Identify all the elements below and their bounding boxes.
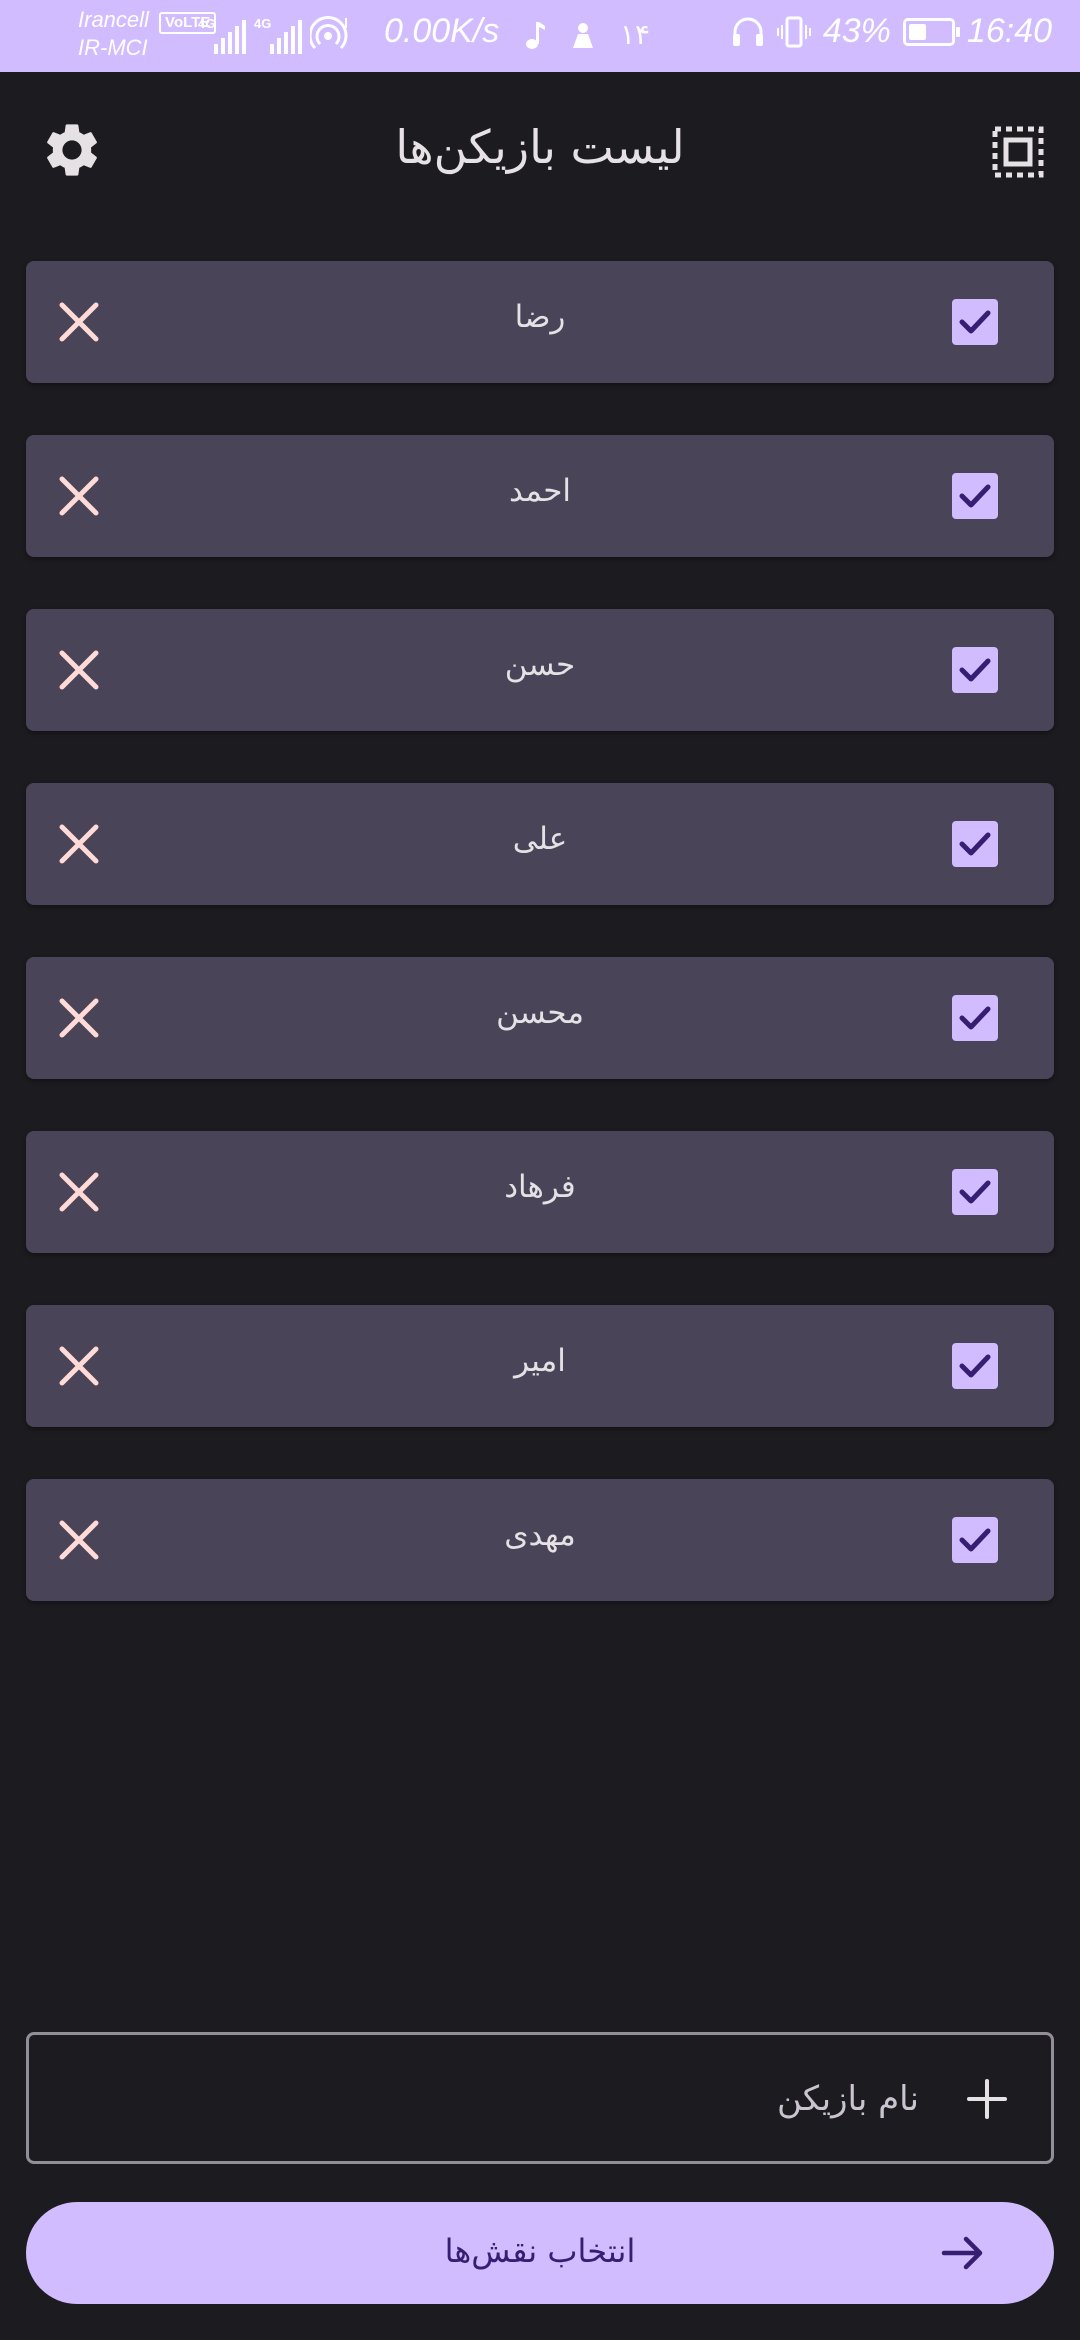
carrier-name-secondary: IR-MCI	[78, 35, 148, 60]
player-card[interactable]: محسن	[26, 957, 1054, 1079]
battery-level	[908, 23, 927, 40]
player-card[interactable]: علی	[26, 783, 1054, 905]
checkbox-checked-icon	[959, 1180, 991, 1204]
player-card[interactable]: مهدی	[26, 1479, 1054, 1601]
add-player-button[interactable]	[959, 2071, 1015, 2127]
player-name: امیر	[514, 1343, 566, 1379]
player-checkbox[interactable]	[952, 473, 998, 519]
player-checkbox[interactable]	[952, 1169, 998, 1215]
select-roles-label: انتخاب نقش‌ها	[444, 2232, 636, 2270]
player-card[interactable]: امیر	[26, 1305, 1054, 1427]
notification-icons: ۱۴	[524, 18, 650, 51]
player-name: احمد	[509, 473, 571, 509]
system-status: 43% 16:40	[731, 12, 1052, 51]
clock: 16:40	[966, 12, 1052, 50]
player-checkbox[interactable]	[952, 299, 998, 345]
select-roles-button[interactable]: انتخاب نقش‌ها	[26, 2202, 1054, 2304]
player-checkbox[interactable]	[952, 995, 998, 1041]
signal-indicators: 4G 4G	[198, 14, 350, 54]
checkbox-checked-icon	[959, 658, 991, 682]
network-type-label: 4G	[198, 16, 216, 31]
battery-icon	[902, 17, 960, 46]
signal-strength-icon: 4G	[198, 14, 246, 54]
headphones-icon	[732, 17, 763, 46]
checkbox-checked-icon	[959, 310, 991, 334]
carrier-name-primary: Irancell	[78, 7, 149, 32]
select-all-button[interactable]	[992, 126, 1044, 178]
select-all-icon	[992, 126, 1044, 178]
checkbox-checked-icon	[959, 484, 991, 508]
status-bar: Irancell VoLTE IR-MCI 4G 4G 0.00K/s ۱۴ 4…	[0, 0, 1080, 72]
player-name: مهدی	[504, 1517, 576, 1553]
app-notification-icon	[573, 22, 593, 48]
player-name: فرهاد	[504, 1169, 576, 1205]
player-card[interactable]: فرهاد	[26, 1131, 1054, 1253]
app-bar: لیست بازیکن‌ها	[0, 72, 1080, 232]
player-checkbox[interactable]	[952, 821, 998, 867]
player-checkbox[interactable]	[952, 1343, 998, 1389]
music-note-icon	[526, 21, 545, 49]
player-checkbox[interactable]	[952, 647, 998, 693]
player-name: رضا	[514, 299, 566, 335]
player-card[interactable]: احمد	[26, 435, 1054, 557]
battery-percent: 43%	[822, 12, 891, 50]
network-type-label: 4G	[254, 16, 272, 31]
player-name: محسن	[496, 995, 584, 1031]
carrier-info: Irancell VoLTE IR-MCI	[78, 6, 217, 62]
arrow-forward-icon	[941, 2236, 983, 2270]
player-name-input[interactable]	[59, 2065, 921, 2133]
player-name: علی	[512, 821, 568, 857]
plus-icon	[967, 2079, 1007, 2119]
network-speed: 0.00K/s	[384, 12, 500, 50]
notification-count: ۱۴	[620, 18, 651, 51]
player-checkbox[interactable]	[952, 1517, 998, 1563]
signal-strength-icon: 4G	[254, 14, 302, 54]
checkbox-checked-icon	[959, 1354, 991, 1378]
hotspot-icon	[310, 16, 348, 50]
checkbox-checked-icon	[959, 1528, 991, 1552]
checkbox-checked-icon	[959, 832, 991, 856]
player-list: رضا احمد حسن علی محسن فرهاد امیر مهدی	[26, 261, 1054, 1653]
vibrate-icon	[776, 16, 811, 47]
add-player-field	[26, 2032, 1054, 2164]
player-card[interactable]: حسن	[26, 609, 1054, 731]
player-card[interactable]: رضا	[26, 261, 1054, 383]
player-name: حسن	[504, 647, 576, 683]
page-title: لیست بازیکن‌ها	[395, 120, 685, 174]
checkbox-checked-icon	[959, 1006, 991, 1030]
